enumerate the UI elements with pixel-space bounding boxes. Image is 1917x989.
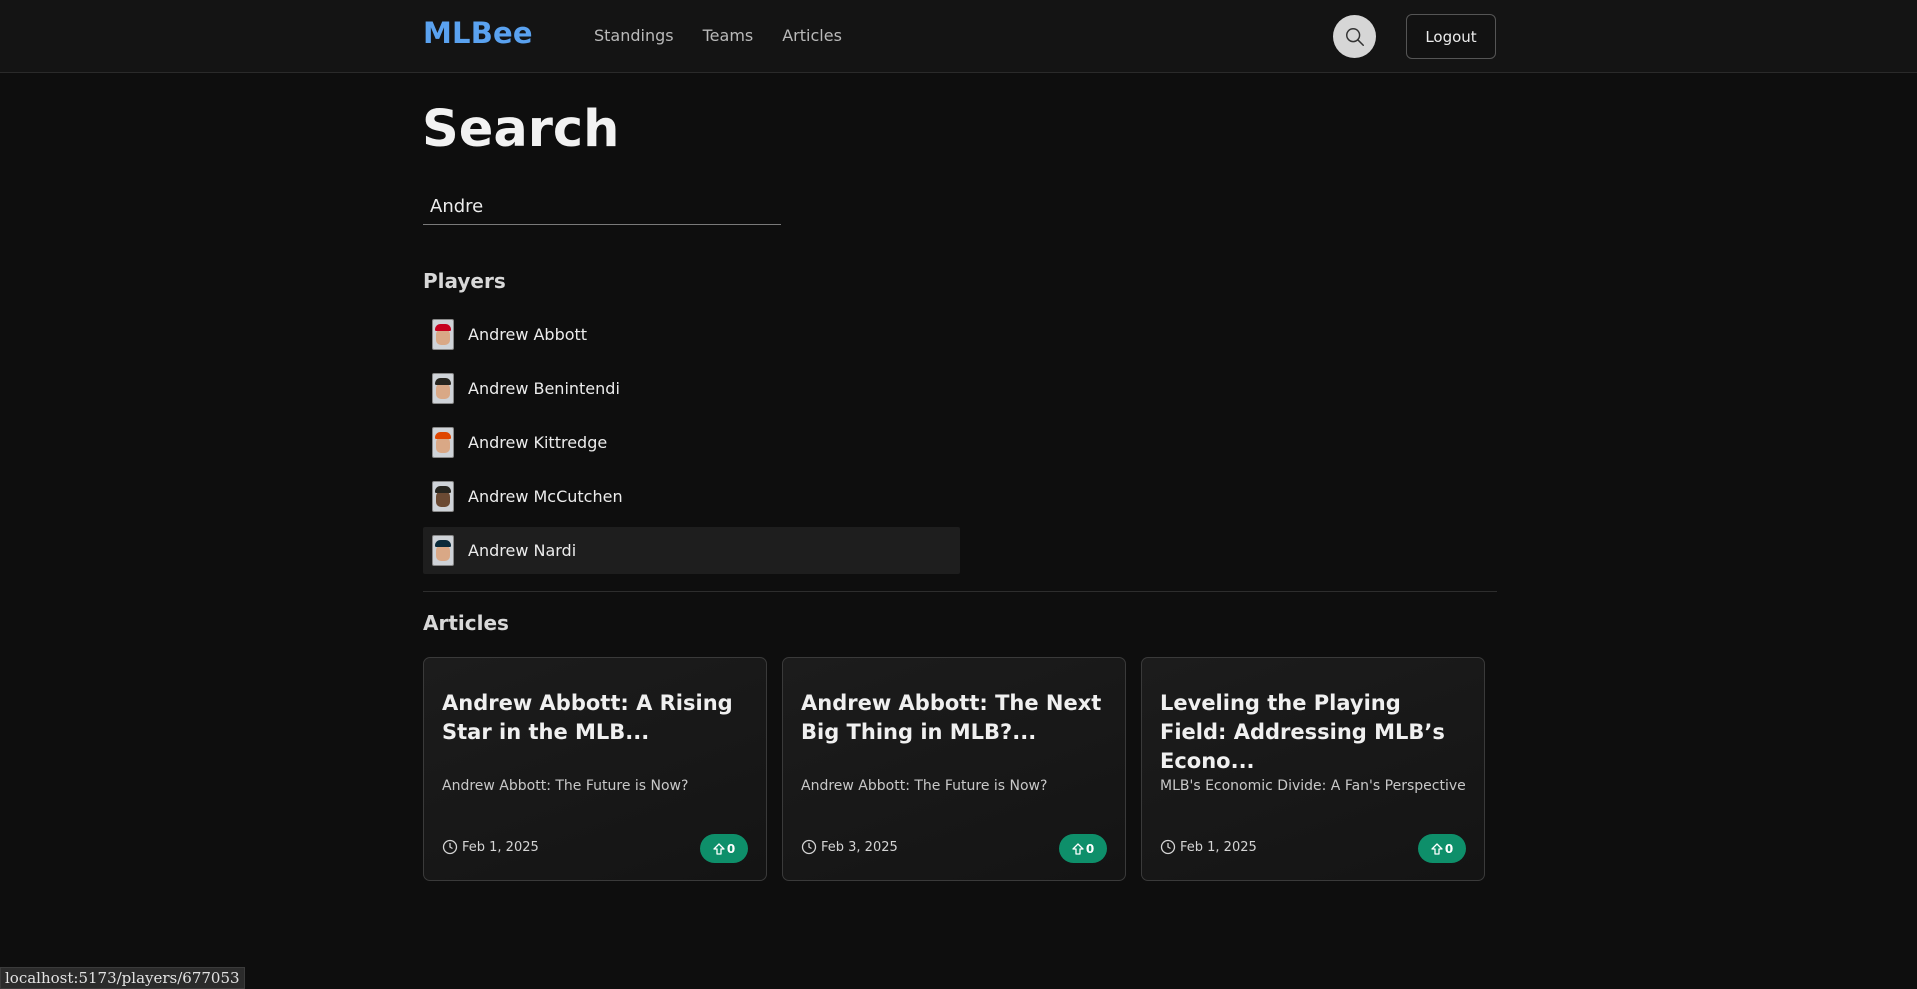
article-card[interactable]: Andrew Abbott: The Next Big Thing in MLB… [782,657,1126,881]
upvote-button[interactable]: 0 [1059,834,1107,863]
article-title: Leveling the Playing Field: Addressing M… [1160,691,1445,773]
player-avatar [432,319,454,350]
article-card[interactable]: Andrew Abbott: A Rising Star in the MLB.… [423,657,767,881]
article-title: Andrew Abbott: A Rising Star in the MLB.… [442,691,733,744]
section-divider [423,591,1497,592]
arrow-up-icon [1072,842,1084,855]
player-name: Andrew McCutchen [468,487,623,506]
search-icon [1345,27,1364,46]
search-input[interactable] [423,188,781,225]
player-avatar [432,481,454,512]
player-results-list: Andrew Abbott Andrew Benintendi Andrew K… [423,311,960,581]
article-date-text: Feb 3, 2025 [821,839,898,855]
site-logo[interactable]: MLBee [423,16,533,50]
article-title: Andrew Abbott: The Next Big Thing in MLB… [801,691,1102,744]
players-heading: Players [423,269,506,293]
article-date: Feb 3, 2025 [801,839,898,855]
player-result-item[interactable]: Andrew Benintendi [423,365,960,412]
article-subtitle: MLB's Economic Divide: A Fan's Perspecti… [1160,778,1466,794]
player-result-item[interactable]: Andrew Kittredge [423,419,960,466]
article-date: Feb 1, 2025 [1160,839,1257,855]
clock-icon [1160,839,1176,855]
player-name: Andrew Kittredge [468,433,608,452]
nav-link-articles[interactable]: Articles [782,26,842,45]
page-title: Search [422,100,620,159]
articles-heading: Articles [423,611,509,635]
arrow-up-icon [1431,842,1443,855]
player-avatar [432,535,454,566]
vote-count: 0 [1444,841,1454,856]
nav-link-standings[interactable]: Standings [594,26,674,45]
player-result-item[interactable]: Andrew Abbott [423,311,960,358]
article-subtitle: Andrew Abbott: The Future is Now? [442,778,689,794]
player-result-item[interactable]: Andrew Nardi [423,527,960,574]
player-name: Andrew Abbott [468,325,588,344]
player-result-item[interactable]: Andrew McCutchen [423,473,960,520]
status-bar-url: localhost:5173/players/677053 [0,967,245,989]
vote-count: 0 [726,841,736,856]
article-date: Feb 1, 2025 [442,839,539,855]
player-name: Andrew Benintendi [468,379,620,398]
article-cards: Andrew Abbott: A Rising Star in the MLB.… [423,657,1485,881]
article-card[interactable]: Leveling the Playing Field: Addressing M… [1141,657,1485,881]
upvote-button[interactable]: 0 [1418,834,1466,863]
arrow-up-icon [713,842,725,855]
logout-button[interactable]: Logout [1406,14,1496,59]
player-avatar [432,427,454,458]
upvote-button[interactable]: 0 [700,834,748,863]
nav-links: Standings Teams Articles [594,26,842,45]
clock-icon [442,839,458,855]
player-avatar [432,373,454,404]
nav-link-teams[interactable]: Teams [703,26,754,45]
article-subtitle: Andrew Abbott: The Future is Now? [801,778,1048,794]
article-date-text: Feb 1, 2025 [462,839,539,855]
top-navbar: MLBee Standings Teams Articles Logout [0,0,1917,73]
player-name: Andrew Nardi [468,541,577,560]
article-date-text: Feb 1, 2025 [1180,839,1257,855]
clock-icon [801,839,817,855]
search-button[interactable] [1333,15,1376,58]
vote-count: 0 [1085,841,1095,856]
